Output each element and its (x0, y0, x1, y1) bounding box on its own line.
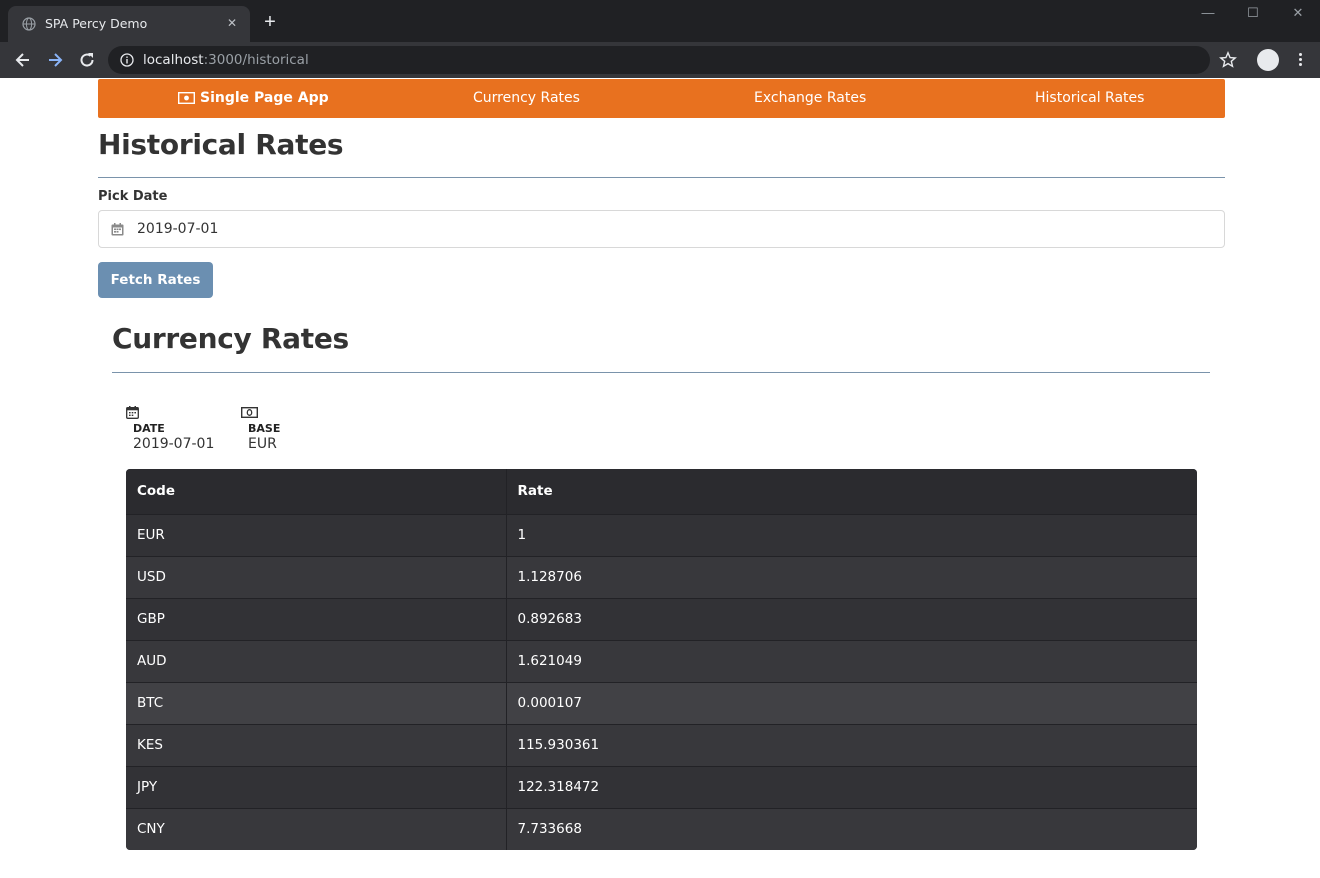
money-bill-icon (241, 407, 258, 419)
nav-link-currency-rates[interactable]: Currency Rates (473, 79, 580, 118)
table-row: EUR 1 (126, 513, 1197, 556)
window-close-icon[interactable]: ✕ (1284, 4, 1312, 22)
page-title: Historical Rates (98, 128, 344, 161)
globe-icon (22, 17, 36, 31)
rate-cell: 0.892683 (506, 597, 1197, 640)
date-picker[interactable] (98, 210, 1225, 248)
results-divider (112, 372, 1210, 373)
browser-tab-strip: SPA Percy Demo ✕ + — ☐ ✕ (0, 0, 1320, 42)
rate-cell: 122.318472 (506, 765, 1197, 808)
new-tab-icon[interactable]: + (262, 12, 278, 32)
code-cell: KES (126, 723, 507, 766)
nav-brand-label: Single Page App (200, 90, 329, 106)
code-cell: USD (126, 555, 507, 598)
nav-brand[interactable]: Single Page App (178, 79, 329, 118)
fetch-rates-button[interactable]: Fetch Rates (98, 262, 213, 298)
column-header-rate[interactable]: Rate (506, 469, 1197, 514)
rate-cell: 1.621049 (506, 639, 1197, 682)
money-bill-icon (178, 92, 195, 104)
table-row: BTC 0.000107 (126, 681, 1197, 724)
rate-cell: 115.930361 (506, 723, 1197, 766)
column-header-code[interactable]: Code (126, 469, 507, 514)
table-row: AUD 1.621049 (126, 639, 1197, 682)
profile-avatar-icon[interactable] (1257, 49, 1279, 71)
base-stat-value: EUR (248, 436, 277, 452)
calendar-icon (111, 223, 124, 236)
code-cell: AUD (126, 639, 507, 682)
tab-title: SPA Percy Demo (45, 16, 148, 31)
back-arrow-icon[interactable] (13, 50, 33, 70)
table-header-row: Code Rate (126, 469, 1197, 514)
results-title: Currency Rates (112, 322, 349, 355)
nav-link-historical-rates[interactable]: Historical Rates (1035, 79, 1144, 118)
rate-cell: 1.128706 (506, 555, 1197, 598)
more-menu-icon[interactable] (1293, 51, 1307, 69)
maximize-icon[interactable]: ☐ (1239, 4, 1267, 22)
rates-table: Code Rate EUR 1 USD 1.128706 GBP 0.89268… (126, 469, 1197, 850)
date-label: Pick Date (98, 189, 168, 204)
bookmark-star-icon[interactable] (1219, 51, 1237, 69)
browser-tab[interactable]: SPA Percy Demo ✕ (8, 6, 250, 42)
table-row: CNY 7.733668 (126, 807, 1197, 850)
code-cell: CNY (126, 807, 507, 850)
table-row: USD 1.128706 (126, 555, 1197, 598)
app-navbar: Single Page App Currency Rates Exchange … (98, 79, 1225, 118)
rate-cell: 7.733668 (506, 807, 1197, 850)
forward-arrow-icon[interactable] (45, 50, 65, 70)
code-cell: GBP (126, 597, 507, 640)
address-bar[interactable]: localhost:3000/historical (108, 46, 1210, 74)
code-cell: BTC (126, 681, 507, 724)
url-text: localhost:3000/historical (143, 52, 309, 68)
calendar-icon (126, 406, 139, 419)
rate-cell: 1 (506, 513, 1197, 556)
table-row: KES 115.930361 (126, 723, 1197, 766)
close-icon[interactable]: ✕ (224, 15, 240, 31)
nav-link-exchange-rates[interactable]: Exchange Rates (754, 79, 866, 118)
date-input[interactable] (137, 221, 737, 237)
info-icon[interactable] (120, 53, 134, 67)
date-stat-value: 2019-07-01 (133, 436, 215, 452)
table-row: GBP 0.892683 (126, 597, 1197, 640)
code-cell: JPY (126, 765, 507, 808)
base-stat-label: BASE (248, 422, 281, 435)
title-divider (98, 177, 1225, 178)
minimize-icon[interactable]: — (1194, 4, 1222, 22)
date-stat-label: DATE (133, 422, 165, 435)
reload-icon[interactable] (77, 50, 97, 70)
browser-toolbar: localhost:3000/historical (0, 42, 1320, 78)
table-row: JPY 122.318472 (126, 765, 1197, 808)
code-cell: EUR (126, 513, 507, 556)
rate-cell: 0.000107 (506, 681, 1197, 724)
